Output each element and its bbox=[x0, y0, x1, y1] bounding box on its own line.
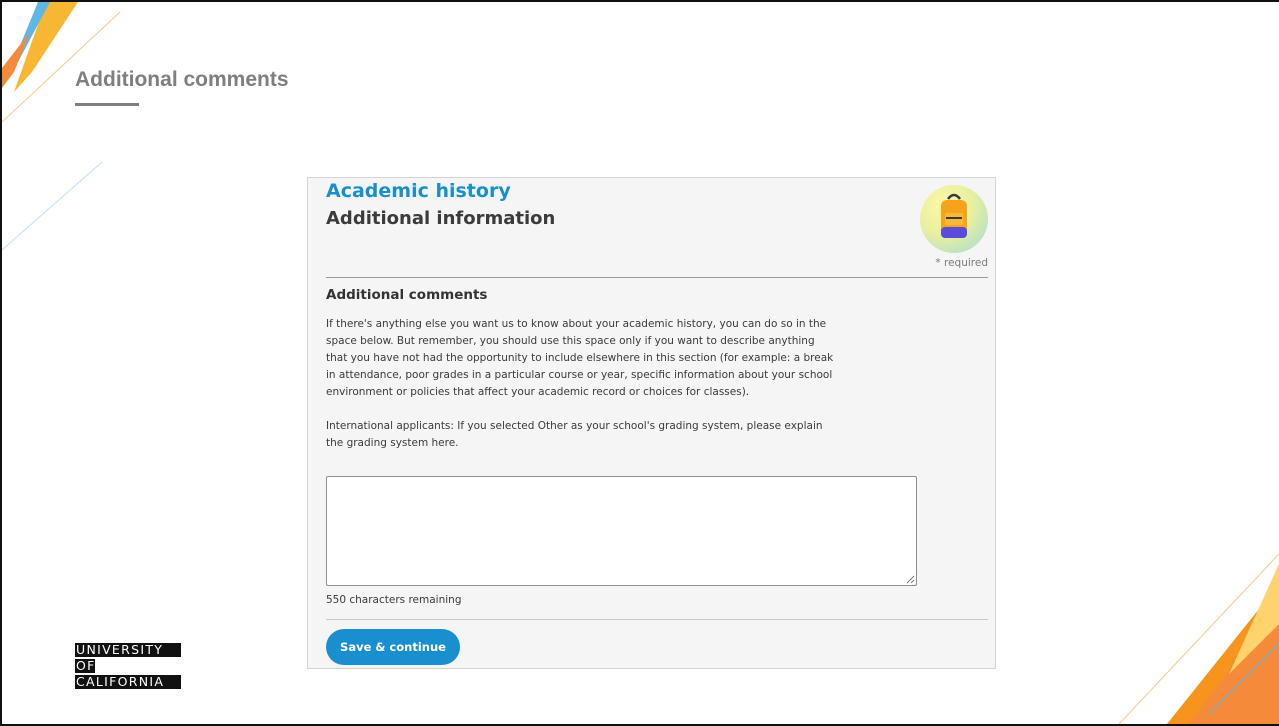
logo-line: OF bbox=[75, 658, 96, 673]
save-continue-button[interactable]: Save & continue bbox=[326, 629, 460, 665]
section-kicker: Academic history bbox=[326, 180, 511, 202]
resize-handle-icon[interactable] bbox=[905, 574, 915, 584]
form-panel: Academic history Additional information … bbox=[307, 177, 996, 669]
university-of-california-logo: UNIVERSITY OF CALIFORNIA bbox=[75, 643, 181, 691]
corner-stripes-decoration bbox=[2, 2, 121, 251]
slide-title: Additional comments bbox=[75, 68, 289, 91]
section-divider bbox=[326, 277, 988, 278]
corner-stripes-decoration bbox=[1118, 553, 1279, 724]
additional-comments-textarea[interactable] bbox=[326, 476, 917, 586]
slide-frame: Additional comments Academic history Add… bbox=[0, 0, 1279, 726]
instructions-paragraph: International applicants: If you selecte… bbox=[326, 420, 823, 449]
logo-line: UNIVERSITY bbox=[75, 643, 181, 657]
section-title: Additional information bbox=[326, 208, 556, 229]
backpack-icon bbox=[920, 185, 988, 253]
instructions-paragraph: If there's anything else you want us to … bbox=[326, 318, 834, 398]
field-heading: Additional comments bbox=[326, 287, 488, 303]
footer-divider bbox=[326, 619, 988, 620]
required-note: * required bbox=[935, 257, 988, 269]
logo-line: CALIFORNIA bbox=[75, 675, 181, 689]
title-underline bbox=[75, 103, 139, 106]
instructions: If there's anything else you want us to … bbox=[326, 316, 836, 469]
characters-remaining: 550 characters remaining bbox=[326, 594, 462, 606]
